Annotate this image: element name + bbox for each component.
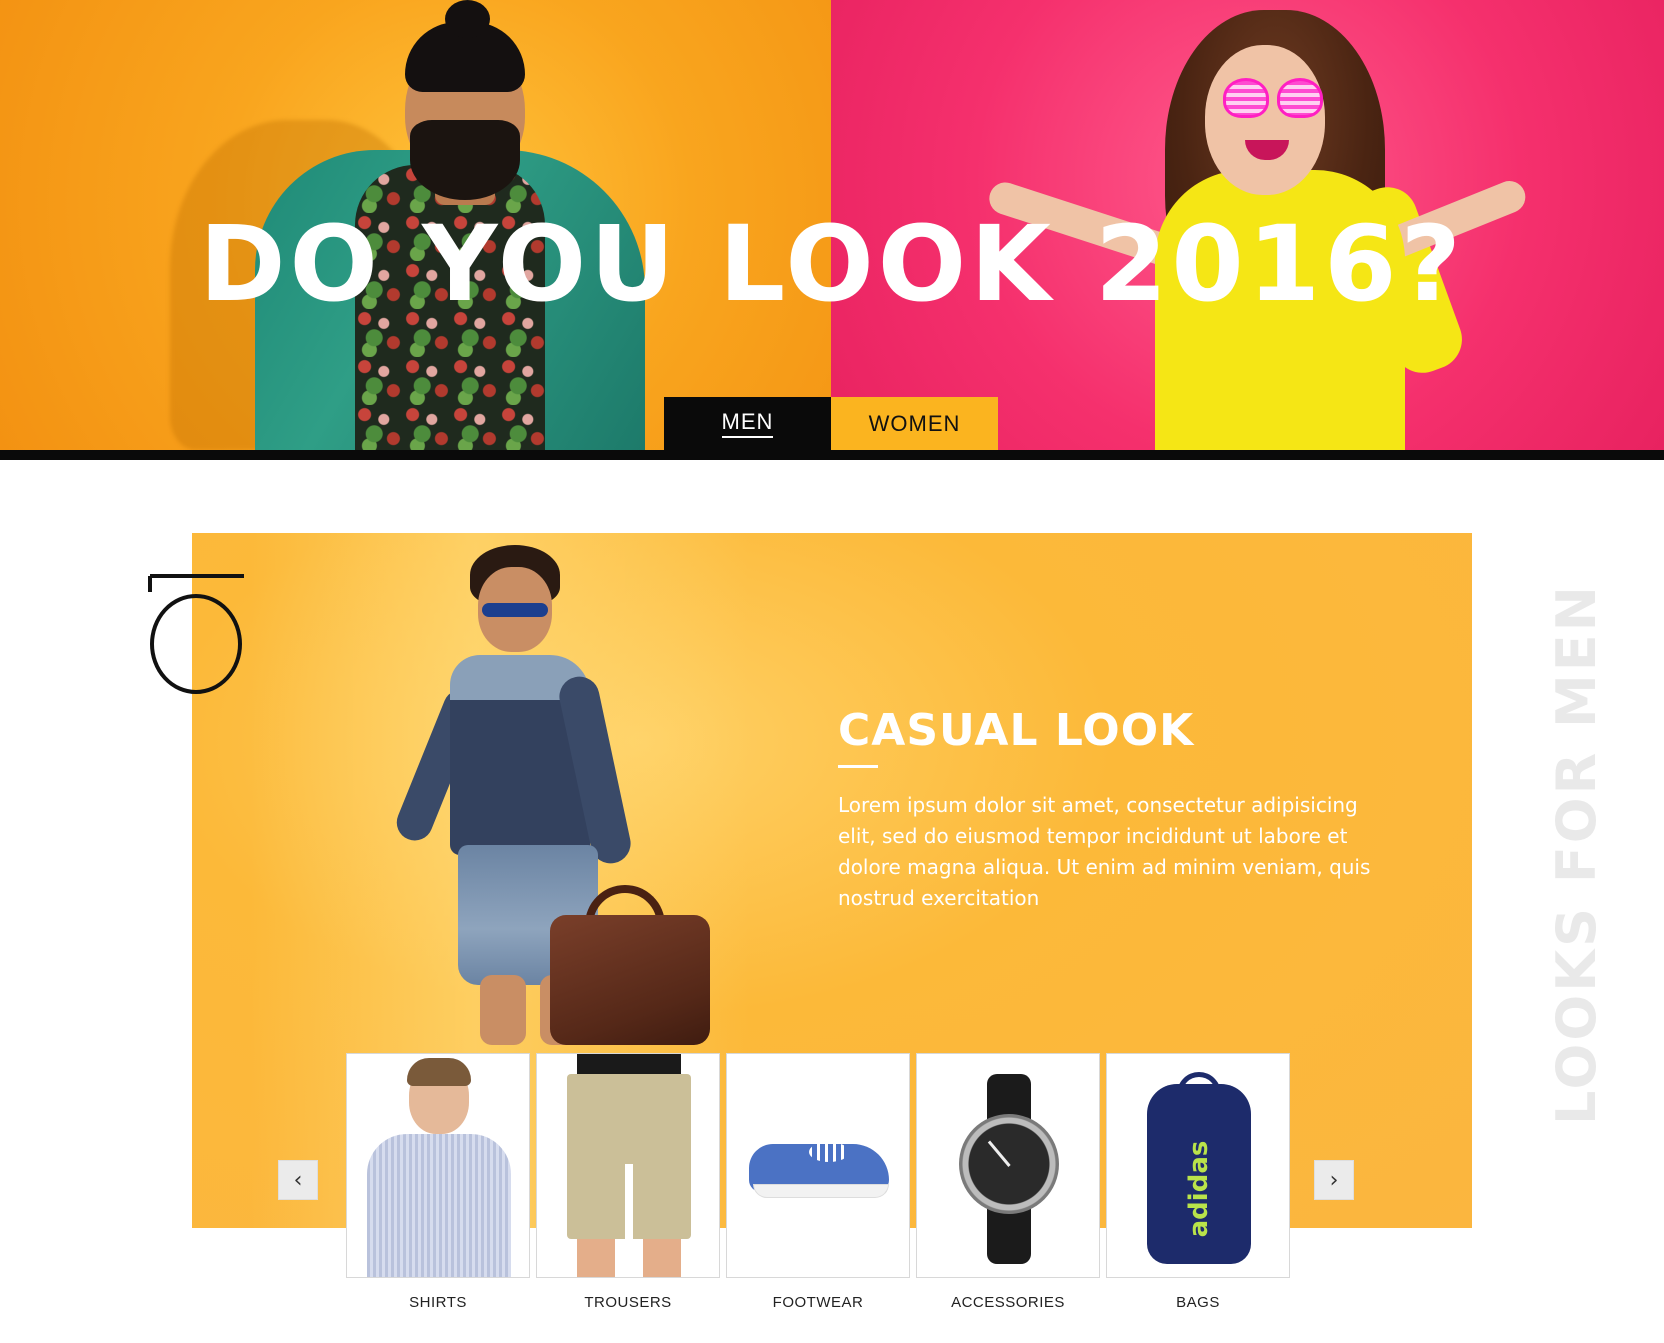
heart-glasses-icon [1223,78,1323,122]
model-sunglasses [482,603,548,617]
hero-title: DO YOU LOOK 2016? [199,203,1465,325]
casual-look-model [391,545,740,1045]
chevron-left-icon: ‹ [293,1167,303,1193]
chevron-right-icon: › [1329,1167,1339,1193]
man-beard [410,120,520,200]
sneaker-sole [753,1184,889,1198]
look-title-underline [838,765,878,768]
product-card-accessories[interactable] [916,1053,1100,1278]
product-card-footwear[interactable] [726,1053,910,1278]
trousers-model-legs [577,1239,681,1277]
tab-women-label: WOMEN [868,410,961,436]
tab-women[interactable]: WOMEN [831,397,998,450]
sneaker-laces [809,1142,849,1162]
trousers-leg-gap [625,1164,633,1239]
product-label-trousers[interactable]: TROUSERS [536,1294,720,1311]
page: DO YOU LOOK 2016? MEN WOMEN CASUAL LOOK … [0,0,1664,1343]
trousers-waist [577,1054,681,1074]
carousel-next-button[interactable]: › [1314,1160,1354,1200]
shirt-image [367,1134,511,1277]
look-title: CASUAL LOOK [838,705,1195,756]
product-label-accessories[interactable]: ACCESSORIES [916,1294,1100,1311]
model-leather-bag [550,915,710,1045]
product-label-bags[interactable]: BAGS [1106,1294,1290,1311]
product-card-shirts[interactable] [346,1053,530,1278]
sneaker-image [749,1134,889,1204]
tab-men[interactable]: MEN [664,397,831,450]
looks-for-men-label: LOOKS FOR MEN [1545,583,1608,1125]
product-label-footwear[interactable]: FOOTWEAR [726,1294,910,1311]
backpack-brand-logo: adidas [1184,1140,1214,1238]
hero-banner: DO YOU LOOK 2016? MEN WOMEN [0,0,1664,450]
man-hair-bun [445,0,490,38]
product-label-shirts[interactable]: SHIRTS [346,1294,530,1311]
look-description: Lorem ipsum dolor sit amet, consectetur … [838,793,1371,910]
carousel-prev-button[interactable]: ‹ [278,1160,318,1200]
hero-divider-bar [0,450,1664,460]
model-leg-left [480,975,526,1045]
product-card-trousers[interactable] [536,1053,720,1278]
tab-men-label: MEN [721,409,774,438]
look-number-01-icon [148,574,244,694]
product-card-bags[interactable]: adidas [1106,1053,1290,1278]
shirt-model-hair [407,1058,471,1086]
